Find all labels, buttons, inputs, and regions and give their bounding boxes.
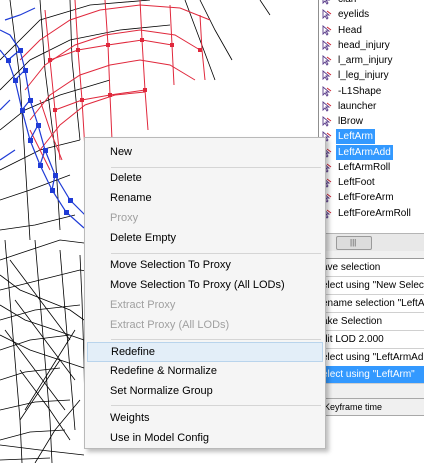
tree-item-label: LeftArmRoll (338, 162, 391, 173)
history-list[interactable]: ave selection elect using "New Selec ena… (318, 258, 424, 384)
selection-arrow-icon (322, 0, 332, 5)
tree-item[interactable]: head_injury (319, 38, 424, 53)
menu-item-move-selection-to-proxy-all-lods[interactable]: Move Selection To Proxy (All LODs) (87, 275, 323, 295)
menu-item-proxy[interactable]: Proxy (87, 208, 323, 228)
horizontal-scrollbar[interactable]: ||| (318, 233, 424, 251)
menu-item-rename[interactable]: Rename (87, 188, 323, 208)
tree-item[interactable]: -L1Shape (319, 84, 424, 99)
tree-item[interactable]: l_arm_injury (319, 53, 424, 68)
menu-item-new[interactable]: New (87, 142, 323, 162)
selection-arrow-icon (322, 101, 332, 112)
menu-item-delete[interactable]: Delete (87, 168, 323, 188)
tree-item-label: lBrow (338, 116, 364, 127)
menu-item-use-in-model-config[interactable]: Use in Model Config (87, 428, 323, 448)
tree-item-label: clan (336, 0, 358, 7)
selection-arrow-icon (322, 40, 332, 51)
tree-item[interactable]: lBrow (319, 114, 424, 129)
tree-item[interactable]: Head (319, 23, 424, 38)
context-menu: New Delete Rename Proxy Delete Empty Mov… (84, 137, 326, 449)
menu-item-redefine-normalize[interactable]: Redefine & Normalize (87, 361, 323, 381)
tree-item-leftarm[interactable]: LeftArm (319, 129, 424, 144)
selection-arrow-icon (322, 9, 332, 20)
history-row[interactable]: ake Selection (318, 313, 424, 331)
scrollbar-thumb[interactable]: ||| (336, 236, 372, 250)
history-row[interactable]: dit LOD 2.000 (318, 331, 424, 349)
history-row[interactable]: elect using "New Selec (318, 277, 424, 295)
selection-arrow-icon (322, 116, 332, 127)
tree-item[interactable]: LeftForeArmRoll (319, 206, 424, 221)
keyframe-header[interactable]: Keyframe time (318, 398, 424, 416)
tree-item-label: head_injury (338, 40, 390, 51)
tree-item-leftarmadd[interactable]: LeftArmAdd (319, 145, 424, 160)
tree-item-label: l_arm_injury (338, 55, 393, 66)
menu-separator (111, 405, 321, 406)
right-panel: clan eyelids Head head_injury l_arm_inju… (318, 0, 424, 463)
selection-arrow-icon (322, 25, 332, 36)
selection-arrow-icon (322, 55, 332, 66)
menu-separator (111, 339, 321, 340)
history-row[interactable]: elect using "LeftArmAd (318, 349, 424, 367)
menu-item-weights[interactable]: Weights (87, 408, 323, 428)
menu-item-delete-empty[interactable]: Delete Empty (87, 228, 323, 248)
tree-item-label: LeftForeArmRoll (338, 208, 411, 219)
selection-tree[interactable]: clan eyelids Head head_injury l_arm_inju… (318, 0, 424, 233)
tree-item-label: -L1Shape (338, 86, 382, 97)
keyframe-time-column[interactable]: Keyframe time (324, 399, 382, 415)
tree-item[interactable]: l_leg_injury (319, 68, 424, 83)
tree-item-label: eyelids (338, 9, 370, 20)
tree-item[interactable]: LeftForeArm (319, 190, 424, 205)
menu-item-extract-proxy[interactable]: Extract Proxy (87, 295, 323, 315)
keyframe-list[interactable] (318, 416, 424, 463)
tree-item[interactable]: LeftFoot (319, 175, 424, 190)
tree-item[interactable]: clan (319, 0, 424, 7)
menu-item-redefine[interactable]: Redefine (87, 342, 323, 362)
tree-item-label: l_leg_injury (338, 70, 389, 81)
menu-item-set-normalize-group[interactable]: Set Normalize Group (87, 381, 323, 401)
menu-separator (111, 253, 321, 254)
tree-item-label: LeftFoot (338, 177, 375, 188)
menu-item-extract-proxy-all-lods[interactable]: Extract Proxy (All LODs) (87, 315, 323, 335)
tree-item-label: Head (338, 25, 362, 36)
tree-item-label: LeftForeArm (338, 192, 394, 203)
tree-item-label: LeftArmAdd (336, 145, 393, 160)
selection-arrow-icon (322, 86, 332, 97)
tree-item[interactable]: launcher (319, 99, 424, 114)
selection-arrow-icon (322, 70, 332, 81)
tree-item[interactable]: eyelids (319, 7, 424, 22)
menu-item-move-selection-to-proxy[interactable]: Move Selection To Proxy (87, 255, 323, 275)
history-row[interactable]: ave selection (318, 259, 424, 277)
tree-item-label: launcher (338, 101, 377, 112)
tree-item-label: LeftArm (336, 129, 376, 144)
history-row-selected[interactable]: elect using "LeftArm" (318, 366, 424, 384)
history-row[interactable]: ename selection "LeftA (318, 295, 424, 313)
scrollbar-grip: ||| (350, 238, 357, 247)
tree-item[interactable]: LeftArmRoll (319, 160, 424, 175)
